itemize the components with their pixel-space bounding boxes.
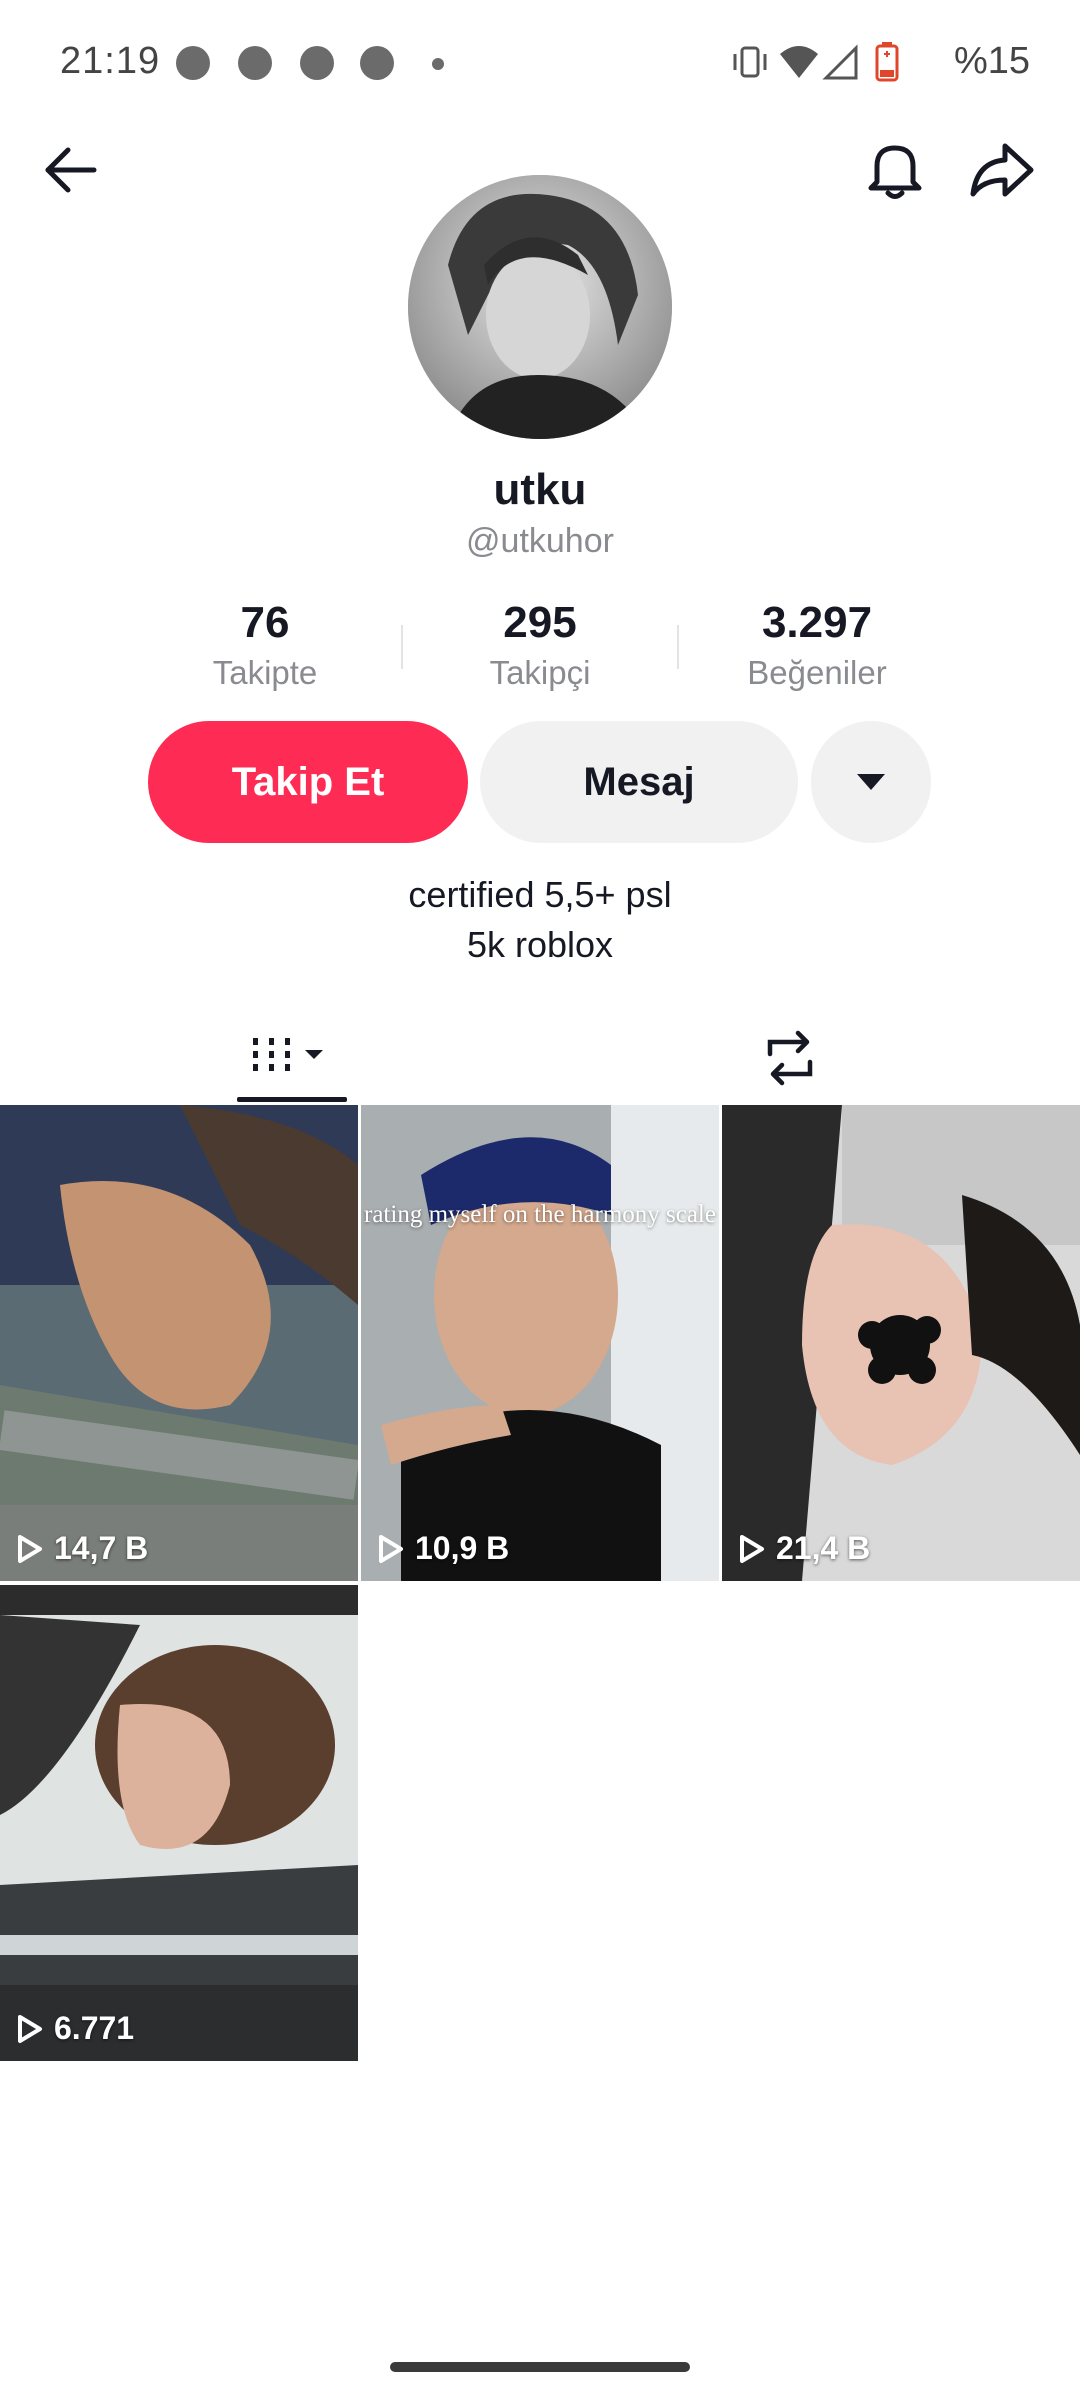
play-icon xyxy=(740,1534,764,1563)
avatar[interactable] xyxy=(408,175,672,439)
stat-label: Takipçi xyxy=(489,654,591,691)
notification-icon xyxy=(176,46,210,80)
caret-down-icon xyxy=(857,774,885,790)
view-count: 10,9 B xyxy=(377,1530,509,1567)
battery-icon xyxy=(875,42,899,82)
video-thumbnail[interactable]: 21,4 B xyxy=(722,1105,1080,1581)
battery-percent: %15 xyxy=(953,40,1030,82)
notification-icon xyxy=(300,46,334,80)
signal-icon xyxy=(822,44,858,80)
view-count-text: 14,7 B xyxy=(54,1530,149,1566)
wifi-icon xyxy=(780,46,818,78)
share-button[interactable] xyxy=(962,130,1042,210)
active-tab-indicator xyxy=(237,1097,347,1102)
play-icon xyxy=(18,1534,42,1563)
stat-label: Beğeniler xyxy=(747,654,887,691)
view-count: 14,7 B xyxy=(16,1530,148,1567)
tab-videos[interactable] xyxy=(237,1010,347,1106)
video-thumbnail[interactable]: rating myself on the harmony scale 10,9 … xyxy=(361,1105,719,1581)
video-thumbnail-image xyxy=(0,1585,358,2061)
notification-icon xyxy=(360,46,394,80)
stat-divider xyxy=(401,625,403,669)
repost-icon xyxy=(767,1030,813,1086)
video-thumbnail[interactable]: 14,7 B xyxy=(0,1105,358,1581)
display-name: utku xyxy=(493,465,587,514)
view-count: 6.771 xyxy=(16,2010,134,2047)
bio-line: 5k roblox xyxy=(466,924,614,965)
bell-icon xyxy=(868,145,922,199)
videos-grid-icon xyxy=(253,1038,323,1071)
profile-stats: 76 Takipte 295 Takipçi 3.297 Beğeniler xyxy=(0,595,1080,695)
play-icon xyxy=(379,1534,403,1563)
notifications-button[interactable] xyxy=(855,130,935,210)
notification-icon xyxy=(238,46,272,80)
view-count-text: 21,4 B xyxy=(776,1530,871,1566)
message-button[interactable]: Mesaj xyxy=(480,721,798,843)
view-count-text: 10,9 B xyxy=(415,1530,510,1566)
share-icon xyxy=(970,143,1034,197)
stat-likes[interactable]: 3.297 Beğeniler xyxy=(707,595,927,695)
view-count-text: 6.771 xyxy=(54,2010,135,2046)
back-arrow-icon xyxy=(45,147,97,193)
tab-reposts[interactable] xyxy=(735,1010,845,1106)
view-count: 21,4 B xyxy=(738,1530,870,1567)
video-thumbnail-image xyxy=(0,1105,358,1581)
video-thumbnail-image xyxy=(361,1105,719,1581)
stat-value: 3.297 xyxy=(761,598,873,647)
bio-line: certified 5,5+ psl xyxy=(408,874,672,915)
stat-followers[interactable]: 295 Takipçi xyxy=(430,595,650,695)
more-notifications-icon xyxy=(432,58,444,70)
username: @utkuhor xyxy=(466,522,614,560)
stat-label: Takipte xyxy=(212,654,318,691)
vibrate-icon xyxy=(733,46,767,78)
video-thumbnail-image xyxy=(722,1105,1080,1581)
status-time: 21:19 xyxy=(60,40,161,82)
status-bar: 21:19 %15 xyxy=(0,0,1080,120)
stat-value: 295 xyxy=(503,598,577,647)
play-icon xyxy=(18,2014,42,2043)
profile-tabs xyxy=(0,1010,1080,1106)
avatar-image xyxy=(408,175,672,439)
follow-button[interactable]: Takip Et xyxy=(148,721,468,843)
stat-following[interactable]: 76 Takipte xyxy=(155,595,375,695)
back-button[interactable] xyxy=(30,130,110,210)
bio: certified 5,5+ psl 5k roblox xyxy=(0,870,1080,970)
video-thumbnail[interactable]: 6.771 xyxy=(0,1585,358,2061)
suggested-accounts-button[interactable] xyxy=(811,721,931,843)
video-overlay-text: rating myself on the harmony scale xyxy=(364,1201,716,1228)
stat-value: 76 xyxy=(240,598,290,647)
home-indicator[interactable] xyxy=(390,2362,690,2372)
stat-divider xyxy=(677,625,679,669)
